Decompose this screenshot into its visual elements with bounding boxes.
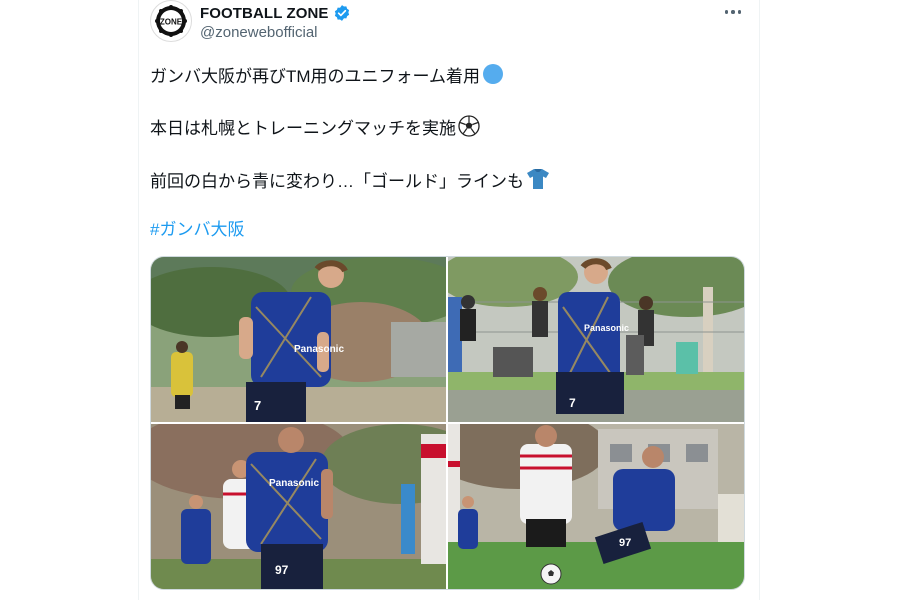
author-display-name[interactable]: FOOTBALL ZONE (200, 5, 329, 22)
tweet-card[interactable]: ZONE FOOTBALL ZONE @zonewebofficial ガンバ大… (150, 0, 745, 600)
photo-3[interactable]: 97 Panasonic (151, 424, 446, 589)
sponsor-text: Panasonic (584, 323, 629, 333)
avatar-logo-text: ZONE (160, 18, 183, 27)
blue-circle-icon (482, 63, 504, 91)
jersey-number-text: 97 (275, 563, 289, 577)
tweet-text-line-2: 本日は札幌とトレーニングマッチを実施 (150, 115, 480, 143)
author-name-row[interactable]: FOOTBALL ZONE (200, 2, 351, 24)
more-dot-icon (731, 10, 735, 14)
jersey-number-text: 97 (619, 537, 631, 549)
verified-badge-icon (333, 4, 351, 22)
jersey-number-text: 7 (254, 398, 261, 413)
author-handle[interactable]: @zonewebofficial (200, 24, 318, 41)
photo-2[interactable]: 7 Panasonic (448, 257, 744, 422)
timeline-border-right (759, 0, 760, 600)
football-zone-logo-icon: ZONE (152, 2, 190, 40)
avatar[interactable]: ZONE (150, 0, 192, 42)
photo-1[interactable]: 7 Panasonic (151, 257, 446, 422)
tweet-text-line-3: 前回の白から青に変わり…「ゴールド」ラインも (150, 168, 550, 196)
tweet-text: 前回の白から青に変わり…「ゴールド」ラインも (150, 172, 524, 191)
sponsor-text: Panasonic (294, 344, 344, 355)
tweet-text-line-4: #ガンバ大阪 (150, 219, 244, 241)
sponsor-text: Panasonic (269, 478, 319, 489)
tweet-text-line-1: ガンバ大阪が再びTM用のユニフォーム着用 (150, 63, 504, 91)
timeline-border-left (138, 0, 139, 600)
more-dot-icon (737, 10, 742, 14)
hashtag-link[interactable]: #ガンバ大阪 (150, 219, 244, 241)
soccer-ball-icon (458, 115, 480, 143)
more-dot-icon (724, 10, 729, 14)
jersey-number-text: 7 (569, 396, 576, 410)
tweet-text: ガンバ大阪が再びTM用のユニフォーム着用 (150, 67, 481, 86)
tweet-text: 本日は札幌とトレーニングマッチを実施 (150, 119, 456, 138)
photo-4[interactable]: 97 (448, 424, 744, 589)
media-grid: 7 Panasonic 7 Panasonic 97 Panasonic 97 (150, 256, 745, 590)
shirt-icon (526, 168, 550, 196)
more-options-button[interactable] (716, 0, 750, 24)
